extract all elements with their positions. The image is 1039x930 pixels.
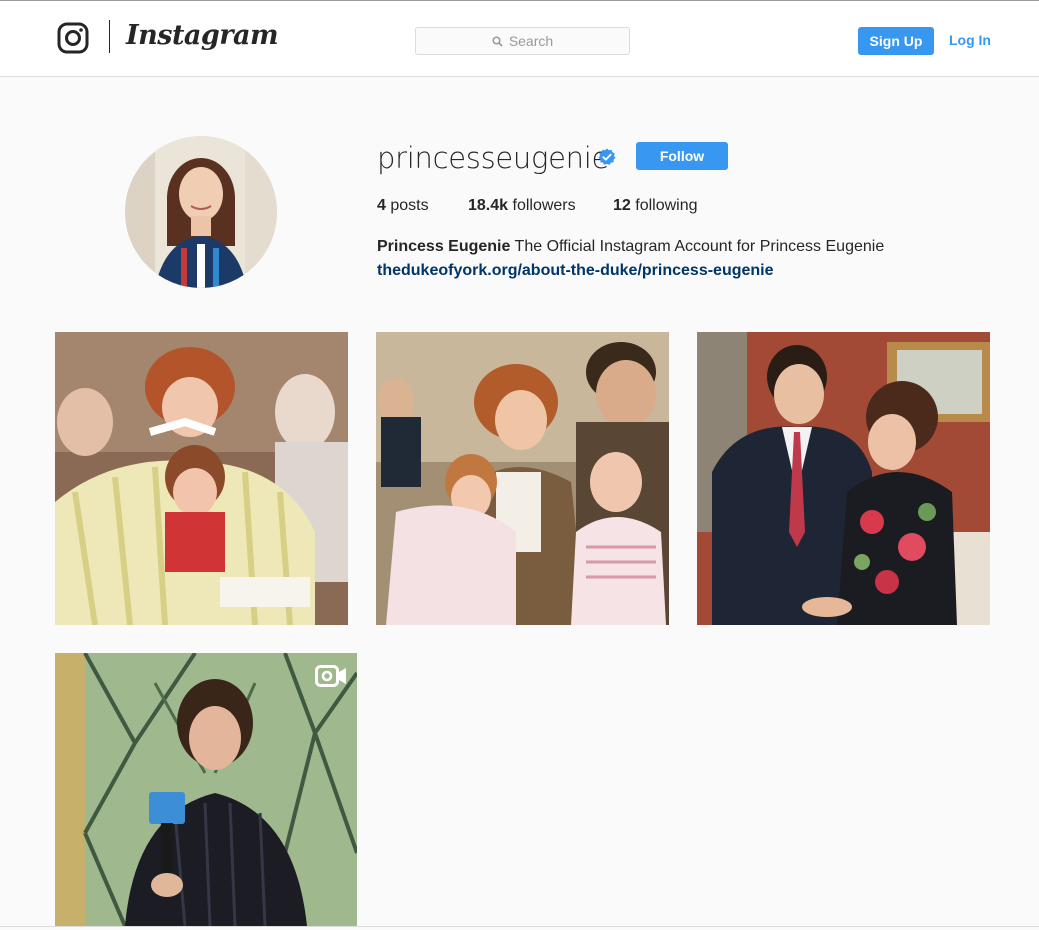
posts-count-value: 4: [377, 197, 386, 214]
profile-username: princesseugenie: [377, 141, 610, 175]
profile-bio-text: The Official Instagram Account for Princ…: [514, 238, 885, 255]
instagram-camera-icon[interactable]: [57, 22, 89, 54]
log-in-link[interactable]: Log In: [949, 32, 991, 48]
posts-count: 4 posts: [377, 197, 429, 215]
followers-count[interactable]: 18.4k followers: [468, 197, 576, 215]
following-count-value: 12: [613, 197, 631, 214]
follow-button[interactable]: Follow: [636, 142, 728, 170]
followers-count-value: 18.4k: [468, 197, 509, 214]
top-nav: Instagram Search Sign Up Log In: [0, 1, 1039, 77]
post-thumbnail-2[interactable]: [376, 332, 669, 625]
instagram-wordmark[interactable]: Instagram: [126, 19, 279, 53]
profile-avatar: [125, 136, 277, 288]
following-count-label: following: [635, 197, 698, 214]
posts-count-label: posts: [390, 197, 429, 214]
profile-bio: Princess Eugenie The Official Instagram …: [377, 238, 884, 256]
search-icon: [492, 35, 503, 47]
following-count[interactable]: 12 following: [613, 197, 698, 215]
post-thumbnail-3[interactable]: [697, 332, 990, 625]
search-input[interactable]: Search: [415, 27, 630, 55]
post-thumbnail-4[interactable]: [55, 653, 357, 926]
verified-badge-icon: [598, 148, 616, 165]
video-camera-icon: [315, 665, 346, 687]
sign-up-button[interactable]: Sign Up: [858, 27, 934, 55]
bottom-border: [0, 926, 1039, 927]
logo-divider: [109, 20, 110, 53]
followers-count-label: followers: [512, 197, 576, 214]
post-thumbnail-1[interactable]: [55, 332, 348, 625]
profile-full-name: Princess Eugenie: [377, 238, 511, 255]
search-placeholder: Search: [508, 33, 554, 49]
profile-website-link[interactable]: thedukeofyork.org/about-the-duke/princes…: [377, 262, 774, 280]
